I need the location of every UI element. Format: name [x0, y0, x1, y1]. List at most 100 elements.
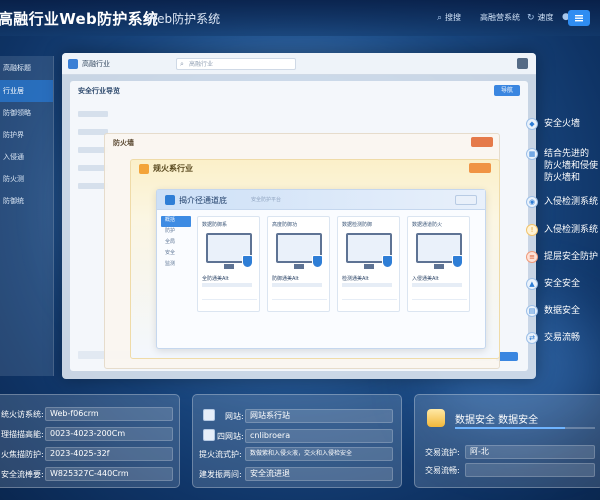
card-title: 高度防御功 [272, 222, 298, 228]
data-icon: ▤ [526, 305, 538, 317]
feature-label: 提层安全防护 [544, 252, 599, 262]
panel-title: 规火系行业 [153, 164, 193, 173]
feature-item: ! 入侵检测系统 [526, 224, 598, 236]
shield-icon [452, 255, 463, 268]
refresh-icon: ↻ [527, 12, 535, 23]
flow-icon: ⇄ [526, 332, 538, 344]
progress-fill [455, 427, 565, 429]
info-card-website: 网站: 网站系行站 四网站: cnlibroera 提火流式护: 数做紫和入侵火… [192, 394, 402, 488]
card-title: 数据通道防火 [412, 222, 443, 228]
layer-icon: ≡ [526, 251, 538, 263]
info-label: 交易流畅: [425, 466, 460, 475]
nav-search[interactable]: ⌕ 搜搜 [437, 12, 461, 23]
shield-icon [242, 255, 253, 268]
sidebar-item[interactable]: 防火测 [0, 168, 53, 190]
sidebar-item[interactable]: 行业居 [0, 80, 53, 102]
info-card-system: 统火访系统: Web-f06crm 理描描高能: 0023-4023-200Cm… [0, 394, 180, 488]
side-nav-item[interactable]: 安全 [161, 249, 191, 260]
feature-label: 入侵检测系统 [544, 197, 599, 207]
sidebar-header: 高融标题 [3, 64, 31, 72]
app-window: 高融行业 ⌕ 高融行业 安全行业导览 导航 防火墙 规火系行业 揭介径通道底 安… [62, 53, 536, 379]
search-placeholder: 高融行业 [189, 61, 214, 68]
info-label: 建发振两间: [199, 470, 242, 479]
shield-icon [382, 255, 393, 268]
panel-title: 揭介径通道底 [179, 196, 227, 205]
alert-icon: ! [526, 224, 538, 236]
list-item[interactable] [78, 111, 108, 117]
info-label: 网站: [225, 412, 244, 421]
security-card[interactable]: 数据通道防火 入侵通美Alt [407, 216, 470, 312]
panel-action-button[interactable] [455, 195, 477, 205]
info-label: 提火流式护: [199, 450, 242, 459]
card-title: 数据检测防御 [342, 222, 373, 228]
firewall-icon: ▦ [526, 148, 538, 160]
data-security-icon [427, 409, 445, 427]
feature-label: 结合先进的 防火墙和侵使 防火墙和 [544, 149, 599, 183]
feature-label: 交易流畅 [544, 333, 581, 343]
lock-icon: ▲ [526, 278, 538, 290]
info-value [465, 463, 595, 477]
info-value: 数做紫和入侵火液，交火和入侵检安全 [245, 447, 393, 461]
card-footer [272, 299, 327, 307]
panel-action-button[interactable] [469, 163, 491, 173]
card-label: 检测通美Alt [342, 276, 369, 282]
feature-label: 安全安全 [544, 279, 581, 289]
feature-item: ◉ 入侵检测系统 [526, 196, 598, 208]
nav-system[interactable]: 高融营系统 [480, 12, 520, 23]
left-sidebar: 高融标题 行业居 防御领略 防护界 入侵通 防火测 防御统 [0, 56, 54, 376]
domain-icon [203, 429, 215, 441]
info-label: 统火访系统: [1, 410, 44, 419]
card-desc [272, 283, 322, 287]
panel-action-button[interactable] [471, 137, 493, 147]
feature-item: ◆ 安全火墙 [526, 118, 580, 130]
sidebar-item[interactable]: 防护界 [0, 124, 53, 146]
info-label: 理描描高能: [1, 430, 44, 439]
panel-industry-overview: 安全行业导览 导航 防火墙 规火系行业 揭介径通道底 安全防护平台 概括 防护 … [70, 81, 528, 371]
side-nav-item[interactable]: 监测 [161, 260, 191, 271]
search-input[interactable]: ⌕ 高融行业 [176, 58, 296, 70]
nav-speed[interactable]: ↻ 速度 [527, 12, 554, 23]
feature-item: ⇄ 交易流畅 [526, 332, 580, 344]
nav-search-label: 搜搜 [445, 13, 462, 22]
feature-item: ▦ 结合先进的 防火墙和侵使 防火墙和 [526, 148, 598, 184]
panel-logo-icon [139, 164, 149, 174]
feature-label: 数据安全 [544, 306, 581, 316]
sidebar-item[interactable]: 防御统 [0, 190, 53, 212]
window-title: 高融行业 [82, 60, 110, 68]
app-logo-icon [68, 59, 78, 69]
sidebar-item[interactable]: 入侵通 [0, 146, 53, 168]
divider [455, 427, 595, 429]
panel-nav-button[interactable]: 导航 [494, 85, 520, 96]
sidebar-item[interactable]: 防御领略 [0, 102, 53, 124]
avatar[interactable] [517, 58, 528, 69]
security-card[interactable]: 高度防御功 防御通美Alt [267, 216, 330, 312]
panel-side-nav: 概括 防护 全局 安全 监测 [161, 216, 191, 271]
side-nav-item[interactable]: 防护 [161, 227, 191, 238]
search-icon: ⌕ [437, 12, 443, 23]
shield-icon [312, 255, 323, 268]
info-label: 交易流护: [425, 448, 460, 457]
info-value: 2023-4025-32f [45, 447, 173, 461]
panel-title: 安全行业导览 [78, 87, 120, 95]
info-card-data-security: 数据安全 数据安全 交易流护: 阿-北 交易流畅: [414, 394, 600, 488]
security-card[interactable]: 数据防御系 全防通美Alt [197, 216, 260, 312]
side-nav-item[interactable]: 全局 [161, 238, 191, 249]
panel-title: 防火墙 [113, 139, 134, 147]
panel-channel: 揭介径通道底 安全防护平台 概括 防护 全局 安全 监测 数据防御系 全防通美A… [156, 189, 486, 349]
window-titlebar: 高融行业 ⌕ 高融行业 [62, 53, 536, 75]
feature-item: ▲ 安全安全 [526, 278, 580, 290]
feature-item: ≡ 提层安全防护 [526, 251, 598, 263]
info-value: 安全流进退 [245, 467, 393, 481]
card-label: 防御通美Alt [272, 276, 299, 282]
app-title: 高融行业Web防护系统 [0, 10, 159, 28]
info-value: cnlibroera [245, 429, 393, 443]
info-label: 安全流棒要: [1, 470, 44, 479]
feature-label: 入侵检测系统 [544, 225, 599, 235]
info-value: 0023-4023-200Cm [45, 427, 173, 441]
card-footer [342, 299, 397, 307]
side-nav-item[interactable]: 概括 [161, 216, 191, 227]
card-label: 全防通美Alt [202, 276, 229, 282]
menu-button[interactable] [568, 10, 590, 26]
top-bar: 高融行业Web防护系统 Web防护系统 ⌕ 搜搜 高融营系统 ↻ 速度 ● [0, 0, 600, 36]
security-card[interactable]: 数据检测防御 检测通美Alt [337, 216, 400, 312]
